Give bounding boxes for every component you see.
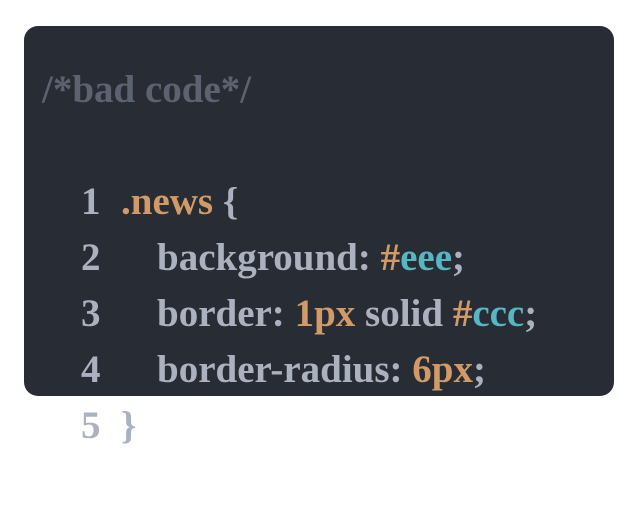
line-number: 3 bbox=[81, 292, 101, 335]
hex-value: ccc bbox=[472, 292, 525, 335]
code-comment: /*bad code*/ bbox=[42, 68, 252, 111]
close-brace: } bbox=[121, 404, 137, 447]
code-line-1: 1 .news { bbox=[42, 118, 614, 223]
line-number: 4 bbox=[81, 348, 101, 391]
semicolon: ; bbox=[452, 236, 466, 279]
css-property: border-radius: bbox=[157, 348, 403, 391]
hex-value: eee bbox=[400, 236, 453, 279]
css-selector: .news bbox=[121, 180, 214, 223]
semicolon: ; bbox=[524, 292, 538, 335]
semicolon: ; bbox=[473, 348, 486, 391]
line-number: 5 bbox=[81, 404, 101, 447]
line-number: 2 bbox=[81, 236, 101, 279]
numeric-value: 1px bbox=[294, 292, 356, 335]
hex-hash: # bbox=[380, 236, 401, 279]
code-block: /*bad code*/ 1 .news { 2 background: #eee;… bbox=[24, 26, 614, 447]
open-brace: { bbox=[213, 180, 239, 223]
hex-hash: # bbox=[452, 292, 473, 335]
keyword-text: solid bbox=[355, 292, 453, 335]
numeric-value: 6px bbox=[412, 348, 473, 391]
css-property: border: bbox=[157, 292, 285, 335]
line-number: 1 bbox=[81, 180, 101, 223]
css-property: background: bbox=[157, 236, 371, 279]
